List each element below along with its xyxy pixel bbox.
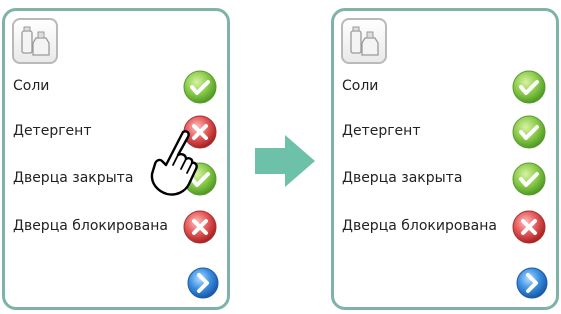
status-label: Дверца закрыта [342,170,463,186]
check-icon [512,115,546,149]
status-label: Дверца блокирована [13,218,168,234]
status-row: Соли [334,67,556,107]
next-button[interactable] [514,265,550,301]
status-label: Дверца блокирована [342,218,497,234]
status-label: Соли [13,78,50,94]
status-label: Детергент [342,123,421,139]
cross-icon [183,210,217,244]
status-row: Дверца закрыта [334,159,556,199]
cross-icon [512,210,546,244]
salt-detergent-icon [341,18,387,64]
status-label: Детергент [13,123,92,139]
hand-pointer-icon [150,130,198,196]
status-row: Дверца блокирована [5,207,227,247]
check-icon [183,70,217,104]
check-icon [512,70,546,104]
status-row: Соли [5,67,227,107]
check-icon [512,162,546,196]
status-row: Детергент [334,112,556,152]
arrow-right-icon [255,135,315,187]
next-button[interactable] [185,265,221,301]
salt-detergent-icon [12,18,58,64]
status-label: Соли [342,78,379,94]
panel-after: Соли Детергент Дверца закрыта Дверца бло… [331,8,559,310]
status-row: Дверца блокирована [334,207,556,247]
status-label: Дверца закрыта [13,170,134,186]
